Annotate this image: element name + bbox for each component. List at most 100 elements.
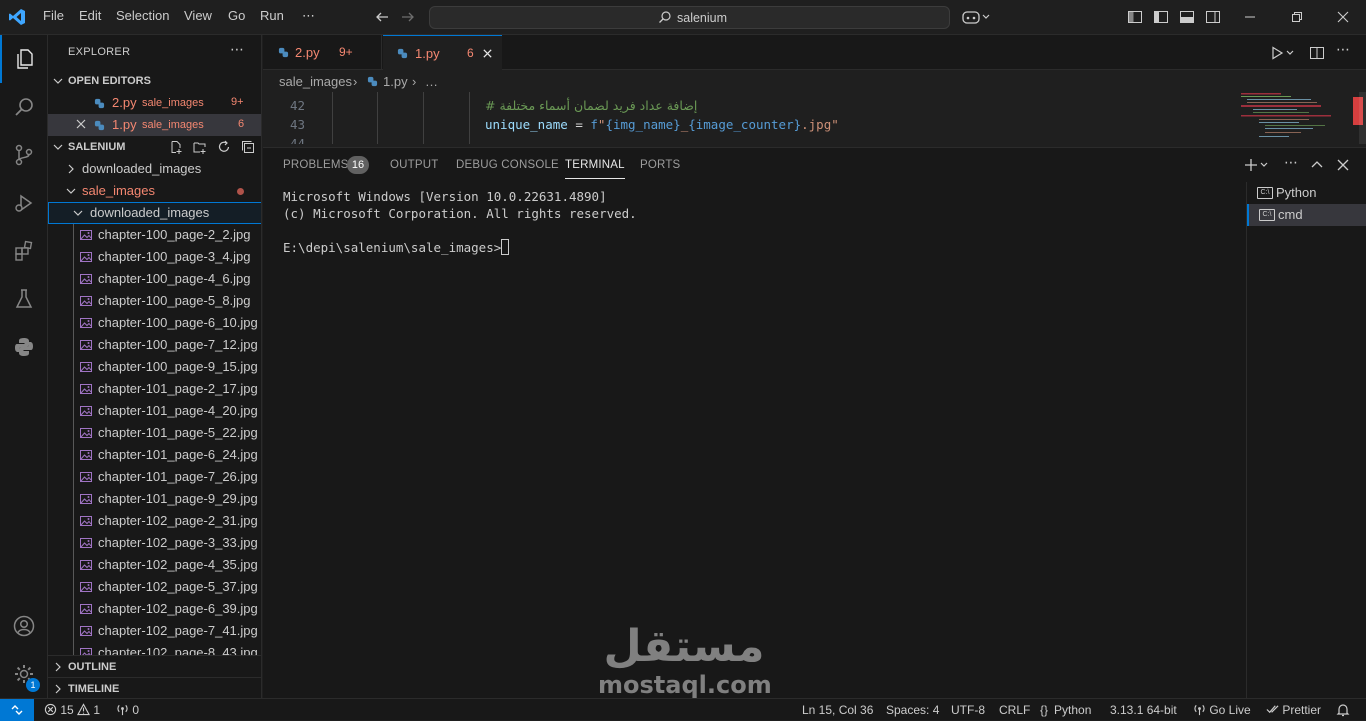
file-item[interactable]: chapter-101_page-4_20.jpg xyxy=(48,400,261,422)
close-tab-icon[interactable] xyxy=(482,48,493,59)
file-item[interactable]: chapter-100_page-6_10.jpg xyxy=(48,312,261,334)
extensions-icon[interactable] xyxy=(0,227,48,275)
python-icon[interactable] xyxy=(0,323,48,371)
search-view-icon[interactable] xyxy=(0,83,48,131)
breadcrumb-more[interactable]: … xyxy=(425,74,438,89)
project-header[interactable]: SALENIUM xyxy=(48,136,261,158)
go-live-button[interactable]: Go Live xyxy=(1193,703,1251,717)
outline-header[interactable]: OUTLINE xyxy=(48,655,261,677)
file-item[interactable]: chapter-102_page-6_39.jpg xyxy=(48,598,261,620)
open-editor-item[interactable]: 2.py sale_images 9+ xyxy=(48,92,261,114)
minimize-window-icon[interactable] xyxy=(1243,9,1257,25)
command-center-search[interactable]: salenium xyxy=(429,6,950,29)
tree-folder-downloaded-images-nested[interactable]: downloaded_images xyxy=(48,202,261,224)
menu-file[interactable]: File xyxy=(43,8,64,23)
file-item[interactable]: chapter-100_page-5_8.jpg xyxy=(48,290,261,312)
code-editor[interactable]: 42 43 44 # إضافة عداد فريد لضمان أسماء م… xyxy=(263,92,1233,144)
panel-tab-problems[interactable]: PROBLEMS xyxy=(283,159,349,171)
terminal-output[interactable]: Microsoft Windows [Version 10.0.22631.48… xyxy=(283,188,1233,256)
refresh-icon[interactable] xyxy=(217,140,231,154)
breadcrumb-folder[interactable]: sale_images xyxy=(279,74,352,89)
file-item[interactable]: chapter-102_page-5_37.jpg xyxy=(48,576,261,598)
file-item[interactable]: chapter-101_page-9_29.jpg xyxy=(48,488,261,510)
restore-window-icon[interactable] xyxy=(1290,9,1304,25)
timeline-header[interactable]: TIMELINE xyxy=(48,677,261,698)
toggle-secondary-sidebar-icon[interactable] xyxy=(1205,9,1221,25)
breadcrumb-file[interactable]: 1.py xyxy=(383,74,408,89)
testing-flask-icon[interactable] xyxy=(0,275,48,323)
panel-tab-terminal[interactable]: TERMINAL xyxy=(565,159,625,179)
menu-view[interactable]: View xyxy=(184,8,212,23)
menu-more[interactable]: ⋯ xyxy=(302,8,315,24)
encoding[interactable]: UTF-8 xyxy=(951,703,985,717)
file-item[interactable]: chapter-101_page-5_22.jpg xyxy=(48,422,261,444)
more-actions-icon[interactable]: ⋯ xyxy=(230,41,244,58)
file-item[interactable]: chapter-101_page-2_17.jpg xyxy=(48,378,261,400)
new-folder-icon[interactable] xyxy=(193,140,207,154)
collapse-all-icon[interactable] xyxy=(241,140,255,154)
panel-tab-ports[interactable]: PORTS xyxy=(640,159,680,171)
tree-folder-sale-images[interactable]: sale_images xyxy=(48,180,261,202)
tree-folder-downloaded-images[interactable]: downloaded_images xyxy=(48,158,261,180)
file-item[interactable]: chapter-102_page-4_35.jpg xyxy=(48,554,261,576)
notifications-bell-icon[interactable] xyxy=(1336,703,1350,717)
run-python-icon[interactable] xyxy=(1270,46,1296,60)
file-item[interactable]: chapter-101_page-6_24.jpg xyxy=(48,444,261,466)
cursor-position[interactable]: Ln 15, Col 36 xyxy=(802,703,873,717)
explorer-sidebar: EXPLORER ⋯ OPEN EDITORS 2.py sale_images… xyxy=(48,35,262,698)
run-debug-icon[interactable] xyxy=(0,179,48,227)
minimap[interactable] xyxy=(1233,92,1366,144)
file-item[interactable]: chapter-100_page-3_4.jpg xyxy=(48,246,261,268)
file-item[interactable]: chapter-100_page-4_6.jpg xyxy=(48,268,261,290)
file-item[interactable]: chapter-102_page-2_31.jpg xyxy=(48,510,261,532)
errors-indicator[interactable]: 15 1 xyxy=(44,703,100,717)
new-terminal-icon[interactable] xyxy=(1244,158,1270,172)
terminal-item-python[interactable]: C:\ Python xyxy=(1247,182,1366,204)
close-window-icon[interactable] xyxy=(1336,9,1350,25)
python-interpreter[interactable]: 3.13.1 64-bit xyxy=(1110,703,1177,717)
file-item[interactable]: chapter-100_page-9_15.jpg xyxy=(48,356,261,378)
tab-2py[interactable]: 2.py 9+ xyxy=(263,35,382,70)
back-arrow-icon[interactable] xyxy=(374,9,390,25)
file-item[interactable]: chapter-102_page-8_43.jpg xyxy=(48,642,261,655)
panel-more-actions-icon[interactable]: ⋯ xyxy=(1284,154,1298,171)
source-control-icon[interactable] xyxy=(0,131,48,179)
new-file-icon[interactable] xyxy=(169,140,183,154)
accounts-icon[interactable] xyxy=(0,602,48,650)
file-item[interactable]: chapter-102_page-7_41.jpg xyxy=(48,620,261,642)
language-mode[interactable]: {} Python xyxy=(1040,703,1091,717)
ports-indicator[interactable]: 0 xyxy=(116,703,139,717)
forward-arrow-icon[interactable] xyxy=(400,9,416,25)
open-editors-header[interactable]: OPEN EDITORS xyxy=(48,70,261,92)
editor-more-actions-icon[interactable]: ⋯ xyxy=(1336,41,1350,58)
indentation[interactable]: Spaces: 4 xyxy=(886,703,939,717)
toggle-panel-icon[interactable] xyxy=(1179,9,1195,25)
file-item[interactable]: chapter-101_page-7_26.jpg xyxy=(48,466,261,488)
menu-edit[interactable]: Edit xyxy=(79,8,101,23)
terminal-item-cmd[interactable]: C:\ cmd xyxy=(1247,204,1366,226)
tab-1py[interactable]: 1.py 6 xyxy=(383,35,502,70)
explorer-icon[interactable] xyxy=(0,35,48,83)
split-editor-icon[interactable] xyxy=(1309,45,1325,61)
close-panel-icon[interactable] xyxy=(1336,158,1350,172)
panel-tab-debug-console[interactable]: DEBUG CONSOLE xyxy=(456,159,559,171)
menu-selection[interactable]: Selection xyxy=(116,8,169,23)
toggle-sidebar-icon[interactable] xyxy=(1153,9,1169,25)
close-icon[interactable] xyxy=(75,118,87,130)
prettier-indicator[interactable]: Prettier xyxy=(1266,703,1321,717)
panel-tab-output[interactable]: OUTPUT xyxy=(390,159,438,171)
file-item[interactable]: chapter-100_page-2_2.jpg xyxy=(48,224,261,246)
manage-gear-icon[interactable]: 1 xyxy=(0,650,48,698)
maximize-panel-icon[interactable] xyxy=(1310,158,1324,172)
menu-run[interactable]: Run xyxy=(260,8,284,23)
open-editor-item-active[interactable]: 1.py sale_images 6 xyxy=(48,114,261,136)
remote-indicator[interactable] xyxy=(0,699,34,721)
menu-go[interactable]: Go xyxy=(228,8,245,23)
copilot-icon[interactable] xyxy=(962,9,990,25)
file-item[interactable]: chapter-102_page-3_33.jpg xyxy=(48,532,261,554)
customize-layout-icon[interactable] xyxy=(1127,9,1143,25)
file-item[interactable]: chapter-100_page-7_12.jpg xyxy=(48,334,261,356)
terminal-icon: C:\ xyxy=(1259,209,1275,221)
line-ending[interactable]: CRLF xyxy=(999,703,1030,717)
